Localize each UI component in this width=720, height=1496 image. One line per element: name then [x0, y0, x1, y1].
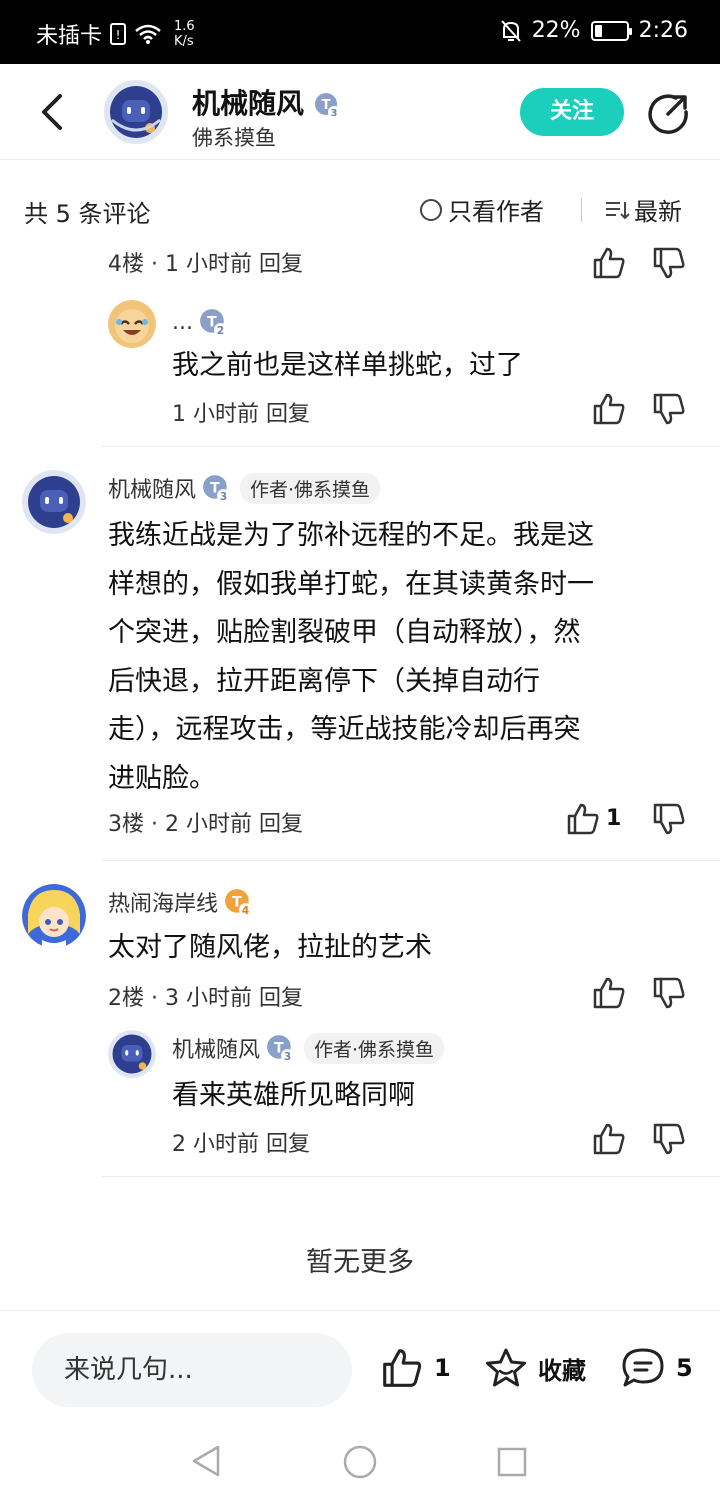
avatar[interactable] — [108, 1030, 156, 1078]
comment-line: 进贴脸。 — [108, 762, 216, 794]
thumbs-up-icon[interactable] — [592, 392, 626, 426]
level-badge-icon: T3 — [203, 475, 231, 502]
comment-text: 我练近战是为了弥补远程的不足。我是这 样想的，假如我单打蛇，在其读黄条时一 个突… — [108, 512, 698, 804]
like-button[interactable]: 1 — [380, 1347, 451, 1389]
system-nav-bar — [0, 1428, 720, 1496]
sort-newest-button[interactable]: 最新 — [604, 192, 682, 227]
avatar[interactable] — [104, 80, 168, 144]
svg-text:!: ! — [116, 28, 121, 42]
share-icon[interactable] — [646, 92, 690, 136]
commenter-name[interactable]: ... T2 — [172, 308, 227, 336]
sort-icon — [606, 201, 630, 219]
network-speed: 1.6 K/s — [174, 19, 195, 49]
thumbs-up-icon[interactable] — [592, 246, 626, 280]
comment-line: 我练近战是为了弥补远程的不足。我是这 — [108, 520, 594, 551]
thumbs-up-icon[interactable] — [592, 1122, 626, 1156]
comment-text: 太对了随风佬，拉扯的艺术 — [108, 932, 432, 963]
comment-button[interactable]: 5 — [620, 1347, 693, 1389]
comment-line: 后快退，拉开距离停下（关掉自动行 — [108, 665, 540, 697]
radio-icon — [420, 198, 442, 221]
commenter-name-text: 热闹海岸线 — [108, 892, 219, 917]
thumbs-up-icon[interactable] — [566, 802, 600, 836]
reply-text: 看来英雄所见略同啊 — [172, 1080, 415, 1111]
thumbs-down-icon[interactable] — [652, 802, 686, 836]
back-icon[interactable] — [30, 88, 74, 136]
thumbs-up-icon[interactable] — [592, 976, 626, 1010]
commenter-name-text: 机械随风 — [108, 478, 197, 503]
commenter-name[interactable]: 机械随风 T3 作者·佛系摸鱼 — [108, 472, 381, 504]
author-name[interactable]: 机械随风 T3 — [192, 82, 340, 122]
divider — [581, 198, 582, 222]
commenter-name-text: 机械随风 — [172, 1038, 261, 1063]
like-count: 1 — [606, 806, 622, 831]
comment-count: 5 — [676, 1354, 693, 1382]
thumbs-down-icon[interactable] — [652, 246, 686, 280]
comment-line: 样想的，假如我单打蛇，在其读黄条时一 — [108, 568, 594, 600]
comment-line: 走），远程攻击，等近战技能冷却后再突 — [108, 714, 581, 746]
thumbs-down-icon[interactable] — [652, 1122, 686, 1156]
comment-input[interactable]: 来说几句... — [32, 1333, 352, 1407]
comment-count: 共 5 条评论 — [24, 200, 151, 228]
author-subtitle: 佛系摸鱼 — [192, 126, 276, 150]
bottom-action-bar: 来说几句... 1 收藏 5 — [0, 1310, 720, 1428]
nav-recents-icon[interactable] — [496, 1446, 528, 1478]
comments-list: 4楼 · 1 小时前 回复 ... T2 我之前也是这样单挑蛇，过了 1 小时前… — [0, 240, 720, 1310]
sim-icon: ! — [110, 23, 127, 45]
nav-back-icon[interactable] — [190, 1444, 222, 1478]
comment-meta[interactable]: 2楼 · 3 小时前 回复 — [108, 980, 303, 1012]
avatar[interactable] — [22, 470, 86, 534]
commenter-name[interactable]: 热闹海岸线 T4 — [108, 886, 253, 918]
author-tag: 作者·佛系摸鱼 — [240, 472, 381, 504]
wifi-icon — [135, 24, 161, 44]
only-author-toggle[interactable]: 只看作者 — [420, 192, 544, 227]
carrier-label: 未插卡 — [36, 24, 103, 49]
clock: 2:26 — [638, 18, 688, 43]
divider — [102, 1176, 720, 1177]
avatar[interactable] — [22, 884, 86, 948]
thumbs-up-icon — [383, 1349, 422, 1387]
like-count: 1 — [434, 1354, 451, 1382]
comment-line: 个突进，贴脸割裂破甲（自动释放），然 — [108, 617, 581, 649]
level-badge-icon: T3 — [267, 1035, 295, 1062]
svg-text:2: 2 — [217, 324, 224, 336]
divider — [102, 446, 720, 447]
speed-unit: K/s — [174, 34, 194, 49]
only-author-label: 只看作者 — [448, 198, 544, 226]
nav-home-icon[interactable] — [342, 1444, 378, 1480]
reply-meta[interactable]: 1 小时前 回复 — [172, 396, 310, 428]
thumbs-down-icon[interactable] — [652, 976, 686, 1010]
status-bar: 未插卡 ! 1.6 K/s 22% 2:26 — [0, 0, 720, 64]
avatar[interactable] — [108, 300, 156, 348]
author-name-text: 机械随风 — [192, 87, 305, 120]
svg-text:3: 3 — [330, 108, 337, 118]
svg-text:3: 3 — [220, 490, 227, 502]
reply-meta[interactable]: 2 小时前 回复 — [172, 1126, 310, 1158]
battery-icon — [590, 20, 632, 41]
reply-text: 我之前也是这样单挑蛇，过了 — [172, 350, 523, 381]
level-badge-icon: T4 — [225, 889, 253, 916]
level-badge-icon: T2 — [200, 309, 227, 336]
battery-percent: 22% — [531, 18, 581, 43]
commenter-name-text: ... — [172, 309, 193, 335]
sort-label: 最新 — [634, 198, 682, 226]
post-header: 机械随风 T3 佛系摸鱼 关注 — [0, 64, 720, 160]
speed-value: 1.6 — [174, 19, 195, 34]
favorite-label: 收藏 — [538, 1356, 586, 1385]
follow-button[interactable]: 关注 — [520, 88, 624, 136]
star-icon — [486, 1348, 526, 1387]
no-more-label: 暂无更多 — [306, 1247, 414, 1278]
author-tag: 作者·佛系摸鱼 — [304, 1032, 445, 1064]
divider — [102, 860, 720, 861]
bell-off-icon — [500, 19, 521, 42]
svg-text:3: 3 — [284, 1050, 291, 1062]
thumbs-down-icon[interactable] — [652, 392, 686, 426]
comment-icon — [622, 1348, 664, 1387]
favorite-button[interactable]: 收藏 — [484, 1347, 586, 1389]
level-badge-icon: T3 — [314, 93, 340, 118]
comment-meta[interactable]: 4楼 · 1 小时前 回复 — [108, 246, 303, 278]
commenter-name[interactable]: 机械随风 T3 作者·佛系摸鱼 — [172, 1032, 445, 1064]
svg-text:4: 4 — [242, 904, 249, 916]
comment-meta[interactable]: 3楼 · 2 小时前 回复 — [108, 806, 303, 838]
